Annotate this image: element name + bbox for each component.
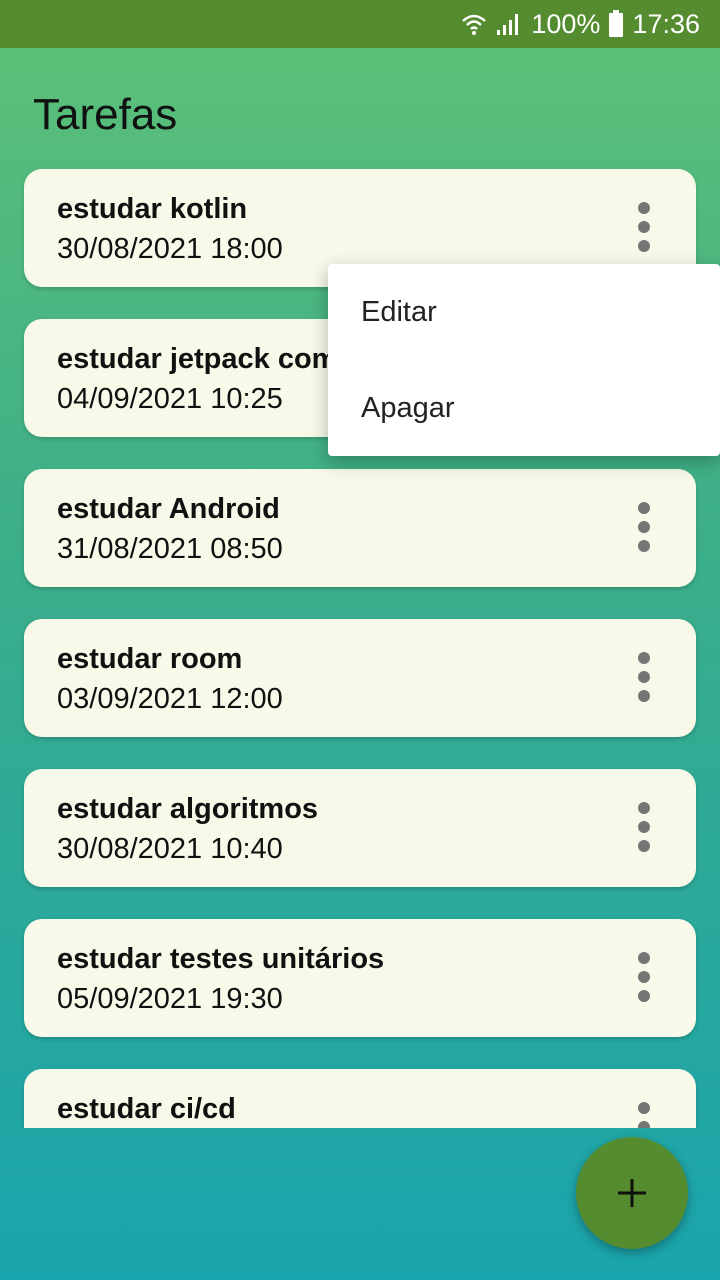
more-options-button[interactable] (624, 799, 664, 855)
more-options-button[interactable] (624, 199, 664, 255)
menu-item-delete[interactable]: Apagar (328, 360, 720, 456)
more-vert-icon (638, 652, 650, 702)
more-options-button[interactable] (624, 1099, 664, 1128)
battery-icon (608, 10, 624, 38)
more-vert-icon (638, 502, 650, 552)
task-options-menu: Editar Apagar (328, 264, 720, 456)
task-date: 04/09/2021 10:25 (57, 383, 283, 415)
more-vert-icon (638, 952, 650, 1002)
task-date: 30/08/2021 10:40 (57, 833, 283, 865)
battery-percent: 100% (531, 8, 601, 39)
plus-icon (618, 1179, 646, 1207)
task-name: estudar algoritmos (57, 793, 319, 825)
task-name: estudar Android (57, 493, 280, 525)
task-card[interactable]: estudar room 03/09/2021 12:00 (24, 619, 696, 737)
more-vert-icon (638, 202, 650, 252)
task-name: estudar ci/cd (57, 1093, 236, 1125)
task-name: estudar room (57, 643, 243, 675)
task-name: estudar testes unitários (57, 943, 385, 975)
more-vert-icon (638, 802, 650, 852)
add-task-button[interactable] (576, 1137, 688, 1249)
clock: 17:36 (632, 8, 700, 39)
task-name: estudar kotlin (57, 193, 248, 225)
task-card[interactable]: estudar ci/cd (24, 1069, 696, 1128)
task-date: 05/09/2021 19:30 (57, 983, 283, 1015)
more-options-button[interactable] (624, 499, 664, 555)
task-card[interactable]: estudar testes unitários 05/09/2021 19:3… (24, 919, 696, 1037)
more-options-button[interactable] (624, 649, 664, 705)
task-date: 03/09/2021 12:00 (57, 683, 283, 715)
task-date: 31/08/2021 08:50 (57, 533, 283, 565)
task-card[interactable]: estudar Android 31/08/2021 08:50 (24, 469, 696, 587)
more-options-button[interactable] (624, 949, 664, 1005)
status-bar: 100% 17:36 (0, 0, 720, 48)
task-date: 30/08/2021 18:00 (57, 233, 283, 265)
signal-icon (495, 11, 523, 37)
menu-item-edit[interactable]: Editar (328, 264, 720, 360)
page-title: Tarefas (33, 90, 178, 139)
more-vert-icon (638, 1102, 650, 1128)
wifi-icon (461, 11, 487, 37)
task-card[interactable]: estudar algoritmos 30/08/2021 10:40 (24, 769, 696, 887)
